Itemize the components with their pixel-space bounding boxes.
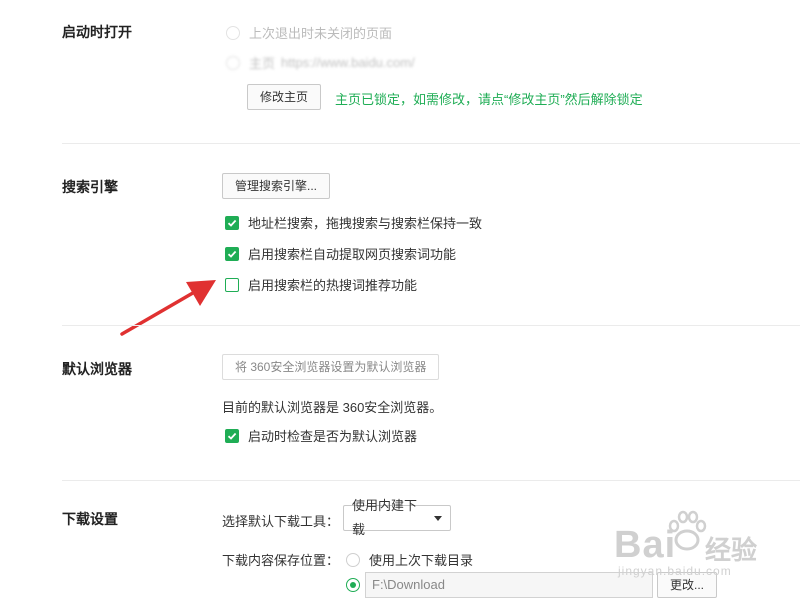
homepage-url: https://www.baidu.com/ bbox=[281, 55, 415, 70]
homepage-locked-note: 主页已锁定，如需修改，请点“修改主页”然后解除锁定 bbox=[335, 92, 643, 107]
manage-search-engines-button[interactable]: 管理搜索引擎... bbox=[222, 173, 330, 199]
search-option-2[interactable]: 启用搜索栏的热搜词推荐功能 bbox=[225, 275, 417, 294]
search-option-2-label: 启用搜索栏的热搜词推荐功能 bbox=[248, 278, 418, 293]
download-option-last-dir-label: 使用上次下载目录 bbox=[369, 553, 474, 568]
search-option-0[interactable]: 地址栏搜索，拖拽搜索与搜索栏保持一致 bbox=[225, 213, 482, 232]
download-option-last-dir[interactable]: 使用上次下载目录 bbox=[346, 550, 473, 569]
startup-option-restore[interactable]: 上次退出时未关闭的页面 bbox=[226, 23, 392, 42]
search-section-title: 搜索引擎 bbox=[62, 179, 118, 195]
search-option-1-label: 启用搜索栏自动提取网页搜索词功能 bbox=[248, 247, 457, 262]
paw-icon bbox=[668, 510, 707, 551]
check-icon[interactable] bbox=[225, 246, 239, 261]
download-tool-select[interactable]: 使用内建下载 bbox=[343, 498, 451, 537]
default-browser-status: 目前的默认浏览器是 360安全浏览器。 bbox=[222, 400, 443, 415]
download-path-input[interactable]: F:\Download bbox=[365, 572, 653, 598]
download-location-label: 下载内容保存位置： bbox=[222, 553, 340, 568]
modify-homepage-button[interactable]: 修改主页 bbox=[247, 84, 321, 110]
download-section-title: 下载设置 bbox=[62, 511, 118, 527]
radio-homepage[interactable] bbox=[226, 55, 240, 70]
startup-option-restore-label: 上次退出时未关闭的页面 bbox=[249, 26, 393, 41]
watermark-url: jingyan.baidu.com bbox=[618, 564, 732, 578]
set-default-browser-button[interactable]: 将 360安全浏览器设置为默认浏览器 bbox=[222, 354, 439, 380]
divider bbox=[62, 325, 800, 326]
search-option-0-label: 地址栏搜索，拖拽搜索与搜索栏保持一致 bbox=[248, 216, 483, 231]
startup-option-homepage-label: 主页 bbox=[249, 56, 276, 71]
download-tool-selected: 使用内建下载 bbox=[352, 498, 418, 537]
chevron-down-icon bbox=[434, 515, 442, 521]
radio-restore[interactable] bbox=[226, 25, 240, 40]
radio-last-dir[interactable] bbox=[346, 552, 360, 567]
divider bbox=[62, 480, 800, 481]
default-browser-section-title: 默认浏览器 bbox=[62, 361, 132, 377]
watermark-brand-2: 经验 bbox=[705, 535, 758, 565]
startup-option-homepage[interactable]: 主页 https://www.baidu.com/ bbox=[226, 53, 415, 72]
radio-custom-dir[interactable] bbox=[346, 578, 360, 592]
check-default-on-startup-label: 启动时检查是否为默认浏览器 bbox=[248, 429, 418, 444]
check-default-on-startup[interactable]: 启动时检查是否为默认浏览器 bbox=[225, 426, 417, 445]
check-icon[interactable] bbox=[225, 215, 239, 230]
download-tool-label: 选择默认下载工具： bbox=[222, 514, 340, 529]
search-option-1[interactable]: 启用搜索栏自动提取网页搜索词功能 bbox=[225, 244, 456, 263]
startup-section-title: 启动时打开 bbox=[62, 24, 132, 40]
divider bbox=[62, 143, 800, 144]
red-arrow-icon bbox=[120, 280, 216, 336]
checkbox-unchecked-icon[interactable] bbox=[225, 277, 239, 292]
check-icon[interactable] bbox=[225, 428, 239, 443]
